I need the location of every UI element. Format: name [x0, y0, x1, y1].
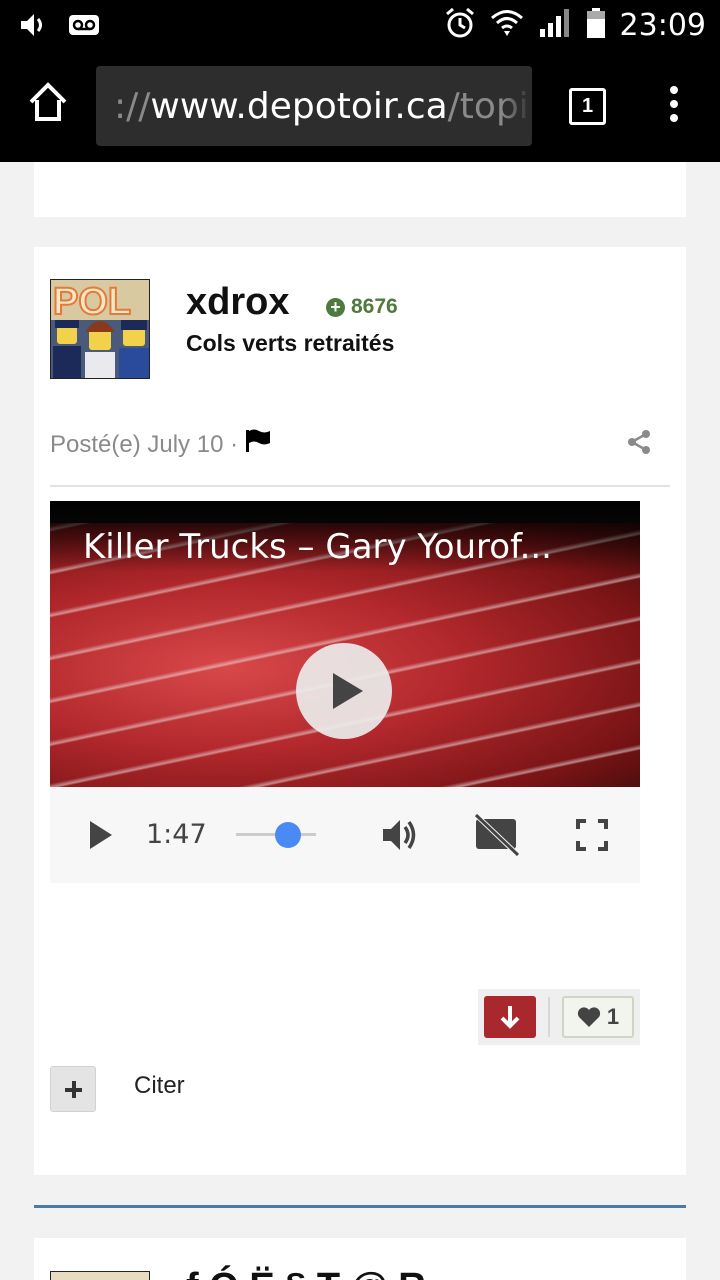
reputation-badge: + 8676	[326, 295, 398, 319]
menu-dot	[670, 114, 678, 122]
report-flag-icon[interactable]	[244, 428, 272, 461]
url-bar[interactable]: ://www.depotoir.ca/topi	[96, 66, 532, 146]
browser-toolbar: ://www.depotoir.ca/topi 1	[0, 50, 720, 162]
previous-post-card	[34, 162, 686, 217]
clock: 23:09	[619, 8, 706, 43]
post-separator	[34, 1205, 686, 1208]
reputation-count: 8676	[351, 295, 398, 318]
arrow-down-icon	[500, 1006, 520, 1029]
like-button[interactable]: 1	[562, 996, 634, 1038]
play-icon[interactable]	[90, 821, 112, 849]
volume-slider-knob[interactable]	[275, 822, 301, 848]
url-scheme: ://	[114, 86, 151, 127]
video-controls: 1:47	[50, 787, 640, 883]
next-post-card: f Ó Ë § T @ R	[34, 1238, 686, 1280]
alarm-icon	[444, 7, 476, 44]
like-count: 1	[606, 1004, 620, 1029]
tab-switcher-button[interactable]: 1	[569, 88, 606, 125]
post-date: Posté(e) July 10 ·	[50, 428, 272, 461]
svg-text:POL: POL	[53, 281, 131, 323]
wifi-icon	[490, 6, 524, 45]
post-divider	[50, 485, 670, 487]
volume-icon[interactable]	[380, 815, 420, 860]
url-host: www.depotoir.ca	[150, 86, 448, 127]
heart-icon	[577, 1007, 600, 1027]
post-date-text[interactable]: Posté(e) July 10 ·	[50, 431, 238, 459]
share-icon[interactable]	[626, 429, 652, 460]
home-button[interactable]	[26, 80, 70, 124]
avatar[interactable]: POL	[50, 279, 150, 379]
multiquote-button[interactable]	[50, 1066, 96, 1112]
video-title[interactable]: Killer Trucks – Gary Yourof...	[83, 527, 552, 567]
username[interactable]: xdrox	[186, 281, 289, 324]
video-player[interactable]: Killer Trucks – Gary Yourof...	[50, 501, 640, 787]
menu-dot	[670, 100, 678, 108]
user-group: Cols verts retraités	[186, 330, 395, 356]
home-icon	[29, 82, 67, 121]
username[interactable]: f Ó Ë § T @ R	[186, 1266, 426, 1280]
post-card: POL xdrox + 8676 Cols verts retraités Po…	[34, 247, 686, 1175]
volume-icon	[18, 10, 48, 45]
overflow-menu-button[interactable]	[664, 86, 684, 126]
signal-icon	[538, 7, 572, 44]
video-time: 1:47	[146, 819, 207, 850]
plus-circle-icon: +	[326, 297, 345, 317]
avatar-image: POL	[51, 280, 149, 378]
downvote-button[interactable]	[484, 996, 536, 1038]
big-play-button[interactable]	[296, 643, 392, 739]
fullscreen-icon[interactable]	[576, 819, 608, 856]
reactions-bar: 1	[478, 989, 640, 1045]
status-bar: 23:09	[0, 0, 720, 50]
menu-dot	[670, 86, 678, 94]
battery-icon	[586, 7, 606, 44]
avatar[interactable]	[50, 1271, 150, 1280]
voicemail-icon	[68, 13, 100, 42]
quote-link[interactable]: Citer	[134, 1072, 185, 1100]
captions-off-icon[interactable]	[474, 813, 520, 862]
